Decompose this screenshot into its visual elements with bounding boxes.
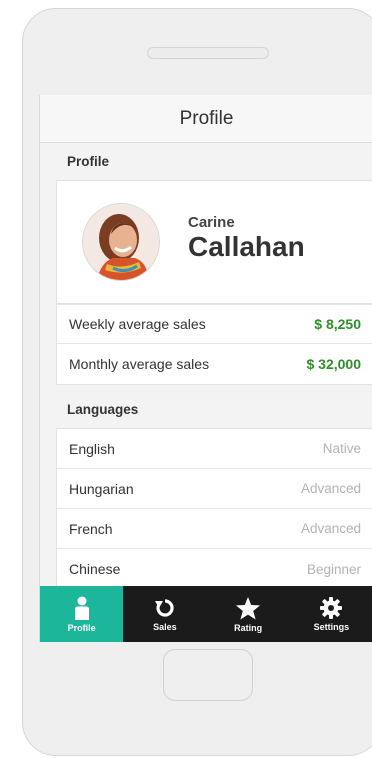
language-level: Advanced [300, 521, 361, 536]
person-icon [74, 596, 89, 620]
content-scroll[interactable]: Profile Carine Callahan Weekly average s… [40, 143, 372, 586]
profile-section-title: Profile [67, 154, 110, 169]
gear-icon [320, 596, 343, 619]
language-level: Native [322, 441, 361, 456]
tab-label: Rating [234, 622, 263, 633]
tab-bar: Profile Sales Rating Settings [40, 586, 372, 642]
page-title: Profile [179, 107, 234, 129]
profile-card: Carine Callahan [56, 180, 372, 304]
languages-section-title: Languages [67, 402, 139, 417]
tab-label: Sales [153, 621, 177, 632]
stat-row-monthly: Monthly average sales $ 32,000 [57, 344, 372, 384]
language-level: Beginner [306, 561, 361, 577]
tab-rating[interactable]: Rating [207, 586, 290, 642]
language-row[interactable]: Chinese Beginner [57, 549, 372, 586]
profile-last-name: Callahan [188, 231, 305, 262]
star-icon [236, 596, 261, 619]
home-button[interactable] [163, 649, 253, 701]
language-name: Chinese [69, 561, 121, 577]
stat-label: Monthly average sales [69, 356, 210, 372]
languages-card: English Native Hungarian Advanced French… [56, 428, 372, 586]
stat-value: $ 8,250 [314, 316, 361, 332]
language-name: English [69, 440, 115, 457]
tab-settings[interactable]: Settings [290, 586, 372, 642]
tab-sales[interactable]: Sales [123, 586, 206, 642]
avatar-photo-icon [83, 204, 159, 280]
language-row[interactable]: Hungarian Advanced [57, 469, 372, 509]
app-screen: Profile Profile Carine Callahan Weekly a… [39, 95, 372, 642]
tab-profile[interactable]: Profile [40, 586, 124, 642]
avatar[interactable] [82, 203, 160, 281]
phone-speaker [147, 47, 269, 59]
profile-first-name: Carine [188, 214, 235, 231]
stats-card: Weekly average sales $ 8,250 Monthly ave… [56, 304, 372, 385]
refresh-icon [154, 598, 174, 617]
language-name: French [69, 520, 113, 537]
language-row[interactable]: French Advanced [57, 509, 372, 549]
stat-label: Weekly average sales [69, 316, 206, 332]
stat-row-weekly: Weekly average sales $ 8,250 [57, 304, 372, 344]
navbar: Profile [40, 95, 372, 143]
tab-label: Profile [67, 622, 96, 633]
language-name: Hungarian [69, 480, 134, 497]
language-level: Advanced [300, 481, 361, 496]
language-row[interactable]: English Native [57, 429, 372, 469]
tab-label: Settings [313, 621, 350, 632]
stat-value: $ 32,000 [306, 356, 362, 372]
